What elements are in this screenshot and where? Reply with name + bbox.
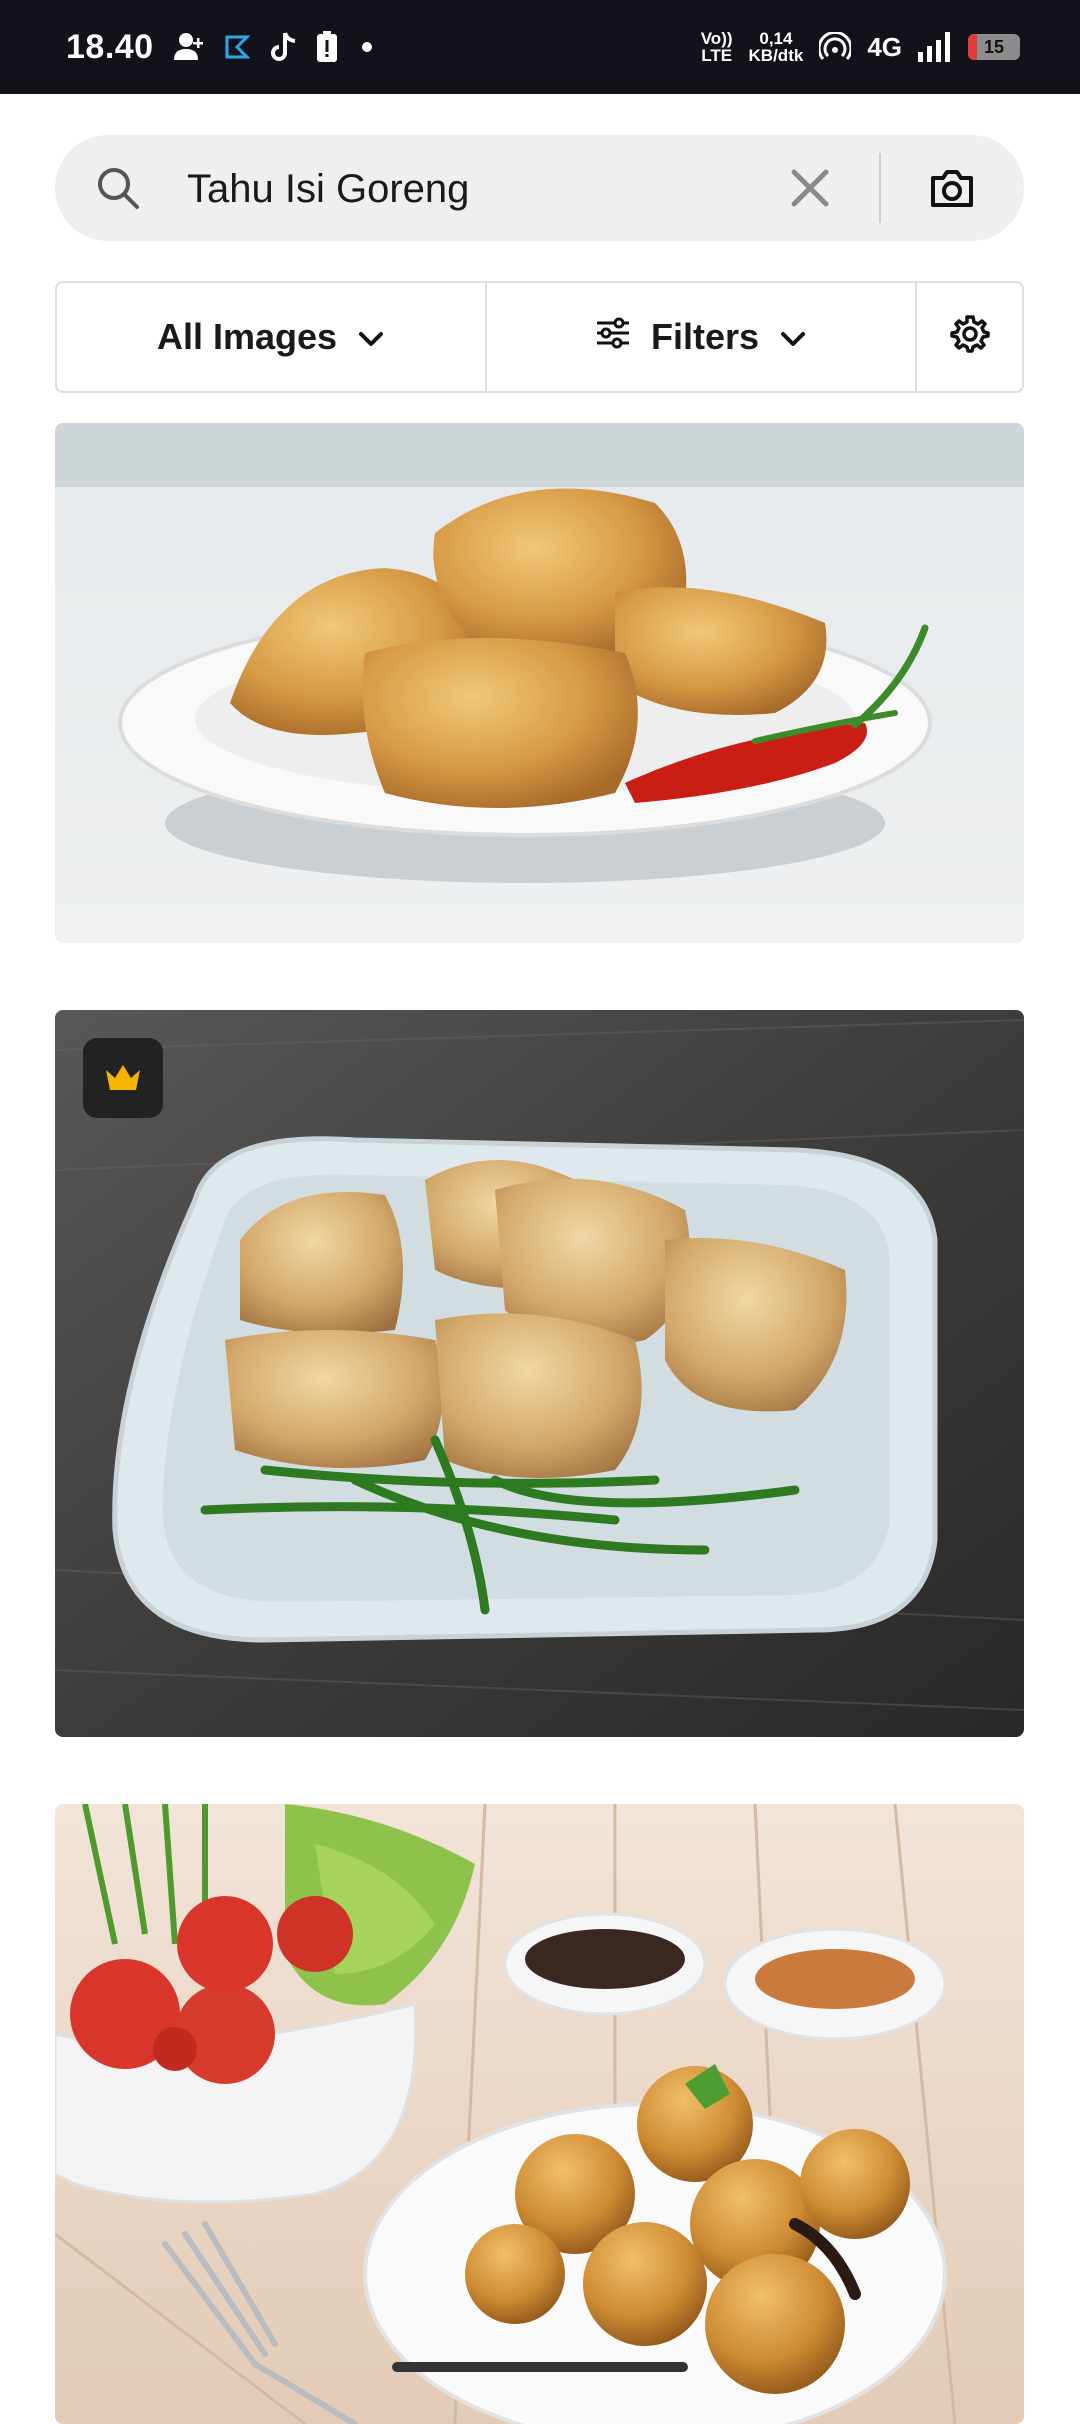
camera-icon[interactable]	[927, 163, 977, 213]
battery-alert-icon	[316, 31, 338, 63]
all-images-dropdown[interactable]: All Images	[57, 283, 487, 391]
hotspot-icon	[819, 32, 852, 62]
search-bar	[55, 135, 1024, 241]
premium-badge	[83, 1038, 163, 1118]
volte-indicator: Vo)) LTE	[700, 29, 733, 65]
status-time: 18.40	[66, 27, 154, 66]
crown-icon	[103, 1062, 143, 1094]
all-images-label: All Images	[156, 316, 338, 357]
chevron-down-icon	[357, 316, 385, 358]
search-icon[interactable]	[95, 165, 141, 216]
result-image-1[interactable]	[55, 423, 1024, 943]
search-divider	[879, 153, 881, 223]
result-image-3[interactable]	[55, 1804, 1024, 2424]
search-input[interactable]	[185, 159, 809, 219]
app-icon	[224, 34, 250, 60]
close-icon[interactable]	[785, 163, 835, 213]
filters-dropdown[interactable]: Filters	[487, 283, 917, 391]
signal-icon	[918, 32, 952, 62]
fried-tofu-photo	[55, 1010, 1024, 1737]
battery-icon: 15	[968, 34, 1020, 60]
status-bar: 18.40 Vo)) LTE 0,14 KB/dtk 4G 15	[0, 0, 1080, 94]
filters-label: Filters	[650, 316, 760, 357]
add-person-icon	[172, 30, 206, 64]
chevron-down-icon	[779, 316, 807, 358]
result-image-2[interactable]	[55, 1010, 1024, 1737]
sliders-icon	[595, 316, 631, 358]
fried-tofu-photo	[55, 1804, 1024, 2424]
tiktok-icon	[268, 31, 298, 63]
settings-button[interactable]	[917, 283, 1022, 391]
speed-indicator: 0,14 KB/dtk	[748, 29, 804, 65]
fried-tofu-photo	[55, 423, 1024, 943]
filter-bar: All Images Filters	[55, 281, 1024, 393]
home-indicator[interactable]	[392, 2362, 688, 2372]
gear-icon	[949, 313, 990, 362]
dot-icon	[356, 36, 378, 58]
network-type: 4G	[867, 31, 902, 62]
